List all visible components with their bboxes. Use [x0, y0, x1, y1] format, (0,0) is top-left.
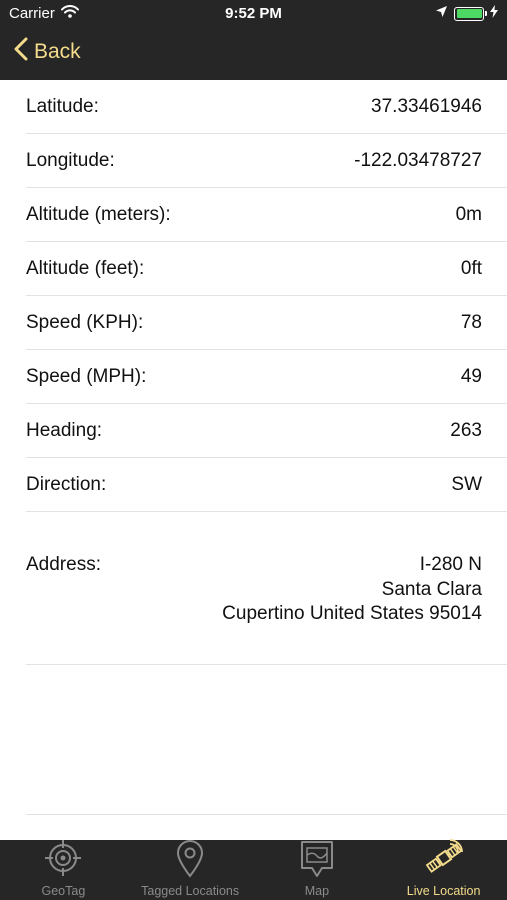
row-label: Altitude (meters): [26, 203, 171, 225]
map-pin-icon [170, 838, 210, 884]
tab-label: GeoTag [41, 884, 86, 898]
longitude-row: Longitude: -122.03478727 [26, 134, 507, 188]
speed-mph-row: Speed (MPH): 49 [26, 350, 507, 404]
row-label: Speed (KPH): [26, 311, 144, 333]
speed-kph-row: Speed (KPH): 78 [26, 296, 507, 350]
back-button[interactable]: Back [14, 37, 81, 67]
status-right [435, 5, 498, 22]
navigation-bar: Back [0, 28, 507, 80]
address-line-city: Santa Clara [381, 578, 482, 600]
row-value: -122.03478727 [354, 149, 482, 171]
tab-tagged-locations[interactable]: Tagged Locations [127, 840, 254, 900]
address-value: I-280 N Santa Clara Cupertino United Sta… [222, 553, 482, 664]
row-value: 0m [455, 203, 482, 225]
address-line-street: I-280 N [419, 554, 482, 575]
tab-live-location[interactable]: Live Location [380, 838, 507, 900]
tab-map[interactable]: Map [254, 840, 381, 900]
row-value: 78 [460, 311, 482, 333]
row-label: Latitude: [26, 95, 99, 117]
address-row: Address: I-280 N Santa Clara Cupertino U… [26, 512, 507, 665]
tab-label: Live Location [406, 884, 481, 898]
address-line-region: Cupertino United States 95014 [222, 603, 482, 624]
row-label: Speed (MPH): [26, 365, 147, 387]
altitude-meters-row: Altitude (meters): 0m [26, 188, 507, 242]
row-value: 49 [460, 365, 482, 387]
crosshair-icon [43, 838, 83, 884]
row-value: 37.33461946 [371, 95, 482, 117]
map-icon [297, 838, 337, 884]
satellite-icon [424, 838, 464, 884]
row-label: Longitude: [26, 149, 115, 171]
location-details: Latitude: 37.33461946 Longitude: -122.03… [0, 80, 507, 840]
heading-row: Heading: 263 [26, 404, 507, 458]
direction-row: Direction: SW [26, 458, 507, 512]
address-label: Address: [26, 554, 101, 575]
top-bar: Carrier 9:52 PM Back [0, 0, 507, 80]
battery-icon [454, 6, 487, 21]
row-value: 263 [450, 419, 482, 441]
tab-label: Map [304, 884, 330, 898]
location-arrow-icon [435, 5, 448, 22]
chevron-left-icon [14, 37, 28, 67]
altitude-feet-row: Altitude (feet): 0ft [26, 242, 507, 296]
row-label: Heading: [26, 419, 103, 441]
tab-label: Tagged Locations [141, 884, 240, 898]
row-value: SW [451, 473, 482, 495]
row-label: Direction: [26, 473, 107, 495]
row-label: Altitude (feet): [26, 257, 145, 279]
tab-bar: GeoTag Tagged Locations Map Live Locatio… [0, 838, 507, 900]
back-label: Back [34, 40, 81, 63]
status-bar: Carrier 9:52 PM [0, 0, 507, 28]
charging-bolt-icon [490, 5, 498, 22]
status-time: 9:52 PM [225, 5, 282, 22]
row-value: 0ft [460, 257, 482, 279]
divider [26, 814, 507, 815]
latitude-row: Latitude: 37.33461946 [26, 80, 507, 134]
tab-geotag[interactable]: GeoTag [0, 840, 127, 900]
